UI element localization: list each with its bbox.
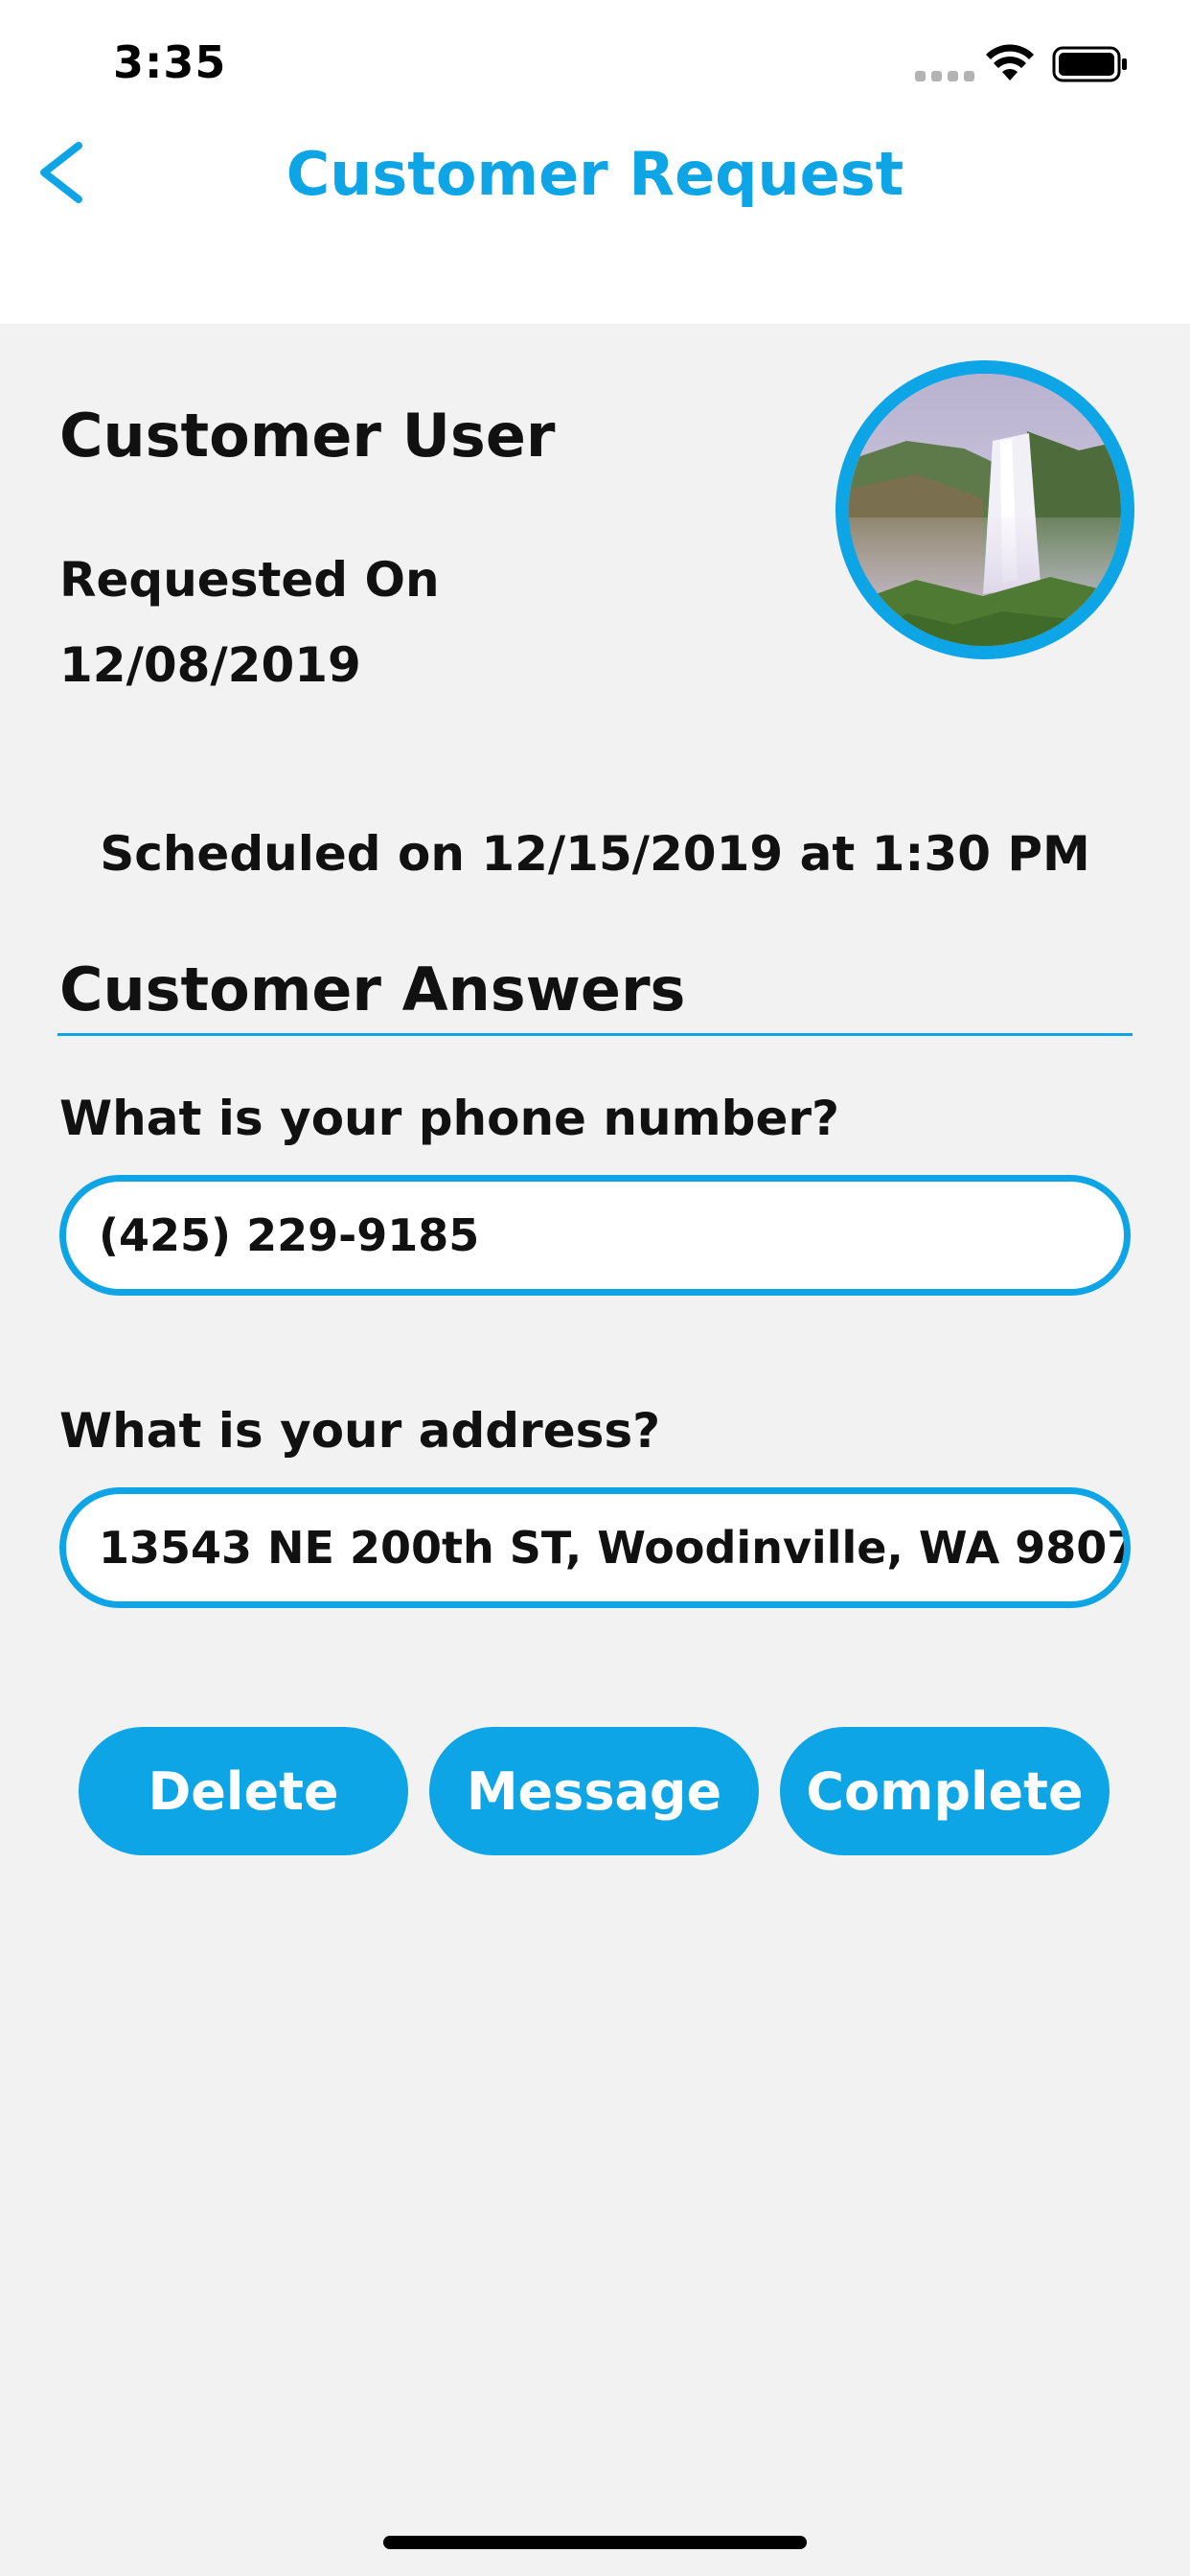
customer-name: Customer User — [59, 401, 556, 471]
navigation-bar: Customer Request — [0, 134, 1190, 324]
section-divider — [57, 1033, 1133, 1036]
section-title: Customer Answers — [59, 954, 686, 1024]
question-address: What is your address? — [59, 1403, 661, 1459]
requested-on-label: Requested On — [59, 552, 440, 608]
requested-on-date: 12/08/2019 — [59, 637, 361, 693]
phone-answer-value: (425) 229-9185 — [99, 1209, 480, 1261]
address-answer-value: 13543 NE 200th ST, Woodinville, WA 98072 — [99, 1522, 1131, 1574]
waterfall-photo — [849, 374, 1121, 646]
message-button[interactable]: Message — [429, 1727, 759, 1855]
page-title: Customer Request — [286, 139, 904, 209]
cellular-signal-icon — [915, 71, 974, 81]
question-phone: What is your phone number? — [59, 1091, 840, 1146]
phone-answer-field[interactable]: (425) 229-9185 — [59, 1175, 1131, 1296]
address-answer-field[interactable]: 13543 NE 200th ST, Woodinville, WA 98072 — [59, 1487, 1131, 1608]
avatar — [835, 360, 1134, 659]
scheduled-time: Scheduled on 12/15/2019 at 1:30 PM — [100, 826, 1090, 882]
delete-button[interactable]: Delete — [79, 1727, 408, 1855]
wifi-icon — [986, 44, 1034, 80]
battery-icon — [1052, 46, 1127, 82]
complete-button[interactable]: Complete — [780, 1727, 1110, 1855]
status-time: 3:35 — [113, 36, 227, 88]
home-indicator[interactable] — [383, 2536, 807, 2549]
status-bar: 3:35 — [0, 0, 1190, 134]
